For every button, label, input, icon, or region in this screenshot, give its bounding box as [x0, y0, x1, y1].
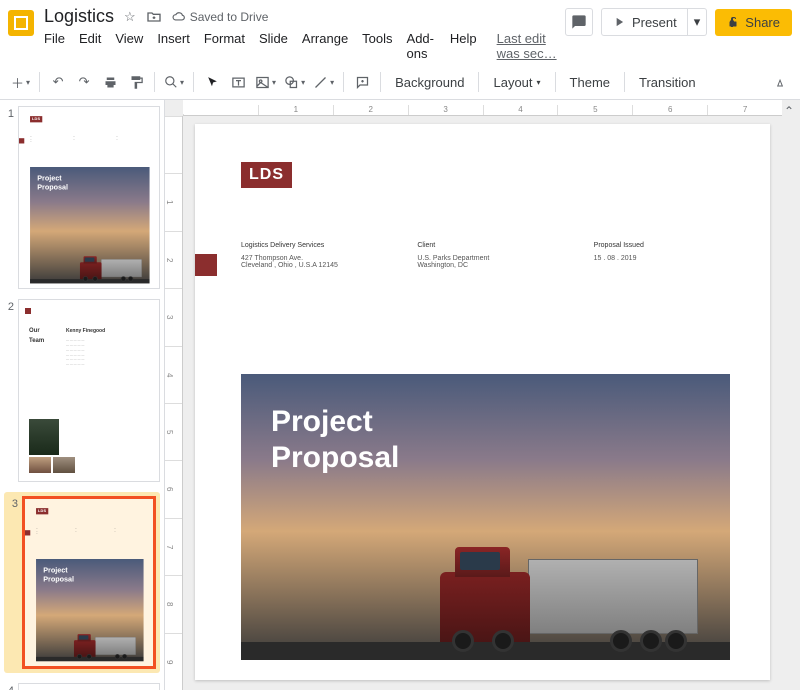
present-label: Present	[632, 15, 677, 30]
theme-button[interactable]: Theme	[562, 69, 618, 95]
client-loc: Washington, DC	[417, 262, 553, 269]
slide-number: 2	[4, 299, 14, 482]
header-right: Present ▾ Share	[565, 8, 792, 36]
truck-graphic	[440, 542, 700, 652]
comment-tool[interactable]	[350, 69, 374, 95]
menu-file[interactable]: File	[44, 31, 65, 61]
hide-menus-button[interactable]: ㅿ	[768, 69, 792, 95]
client-name: U.S. Parks Department	[417, 255, 553, 262]
mini-logo: LDS	[36, 508, 48, 514]
client-heading: Client	[417, 242, 553, 249]
app-header: Logistics ☆ Saved to Drive File Edit Vie…	[0, 0, 800, 61]
menu-format[interactable]: Format	[204, 31, 245, 61]
filmstrip[interactable]: 1 LDS ——————— ProjectProposal 2 OurTeam …	[0, 100, 165, 690]
hero-title[interactable]: Project Proposal	[271, 404, 399, 476]
layout-button[interactable]: Layout	[485, 69, 548, 95]
share-button[interactable]: Share	[715, 9, 792, 36]
hero-line2: Proposal	[271, 441, 399, 474]
save-status: Saved to Drive	[172, 10, 269, 24]
zoom-button[interactable]	[161, 69, 187, 95]
present-dropdown[interactable]: ▾	[688, 8, 708, 36]
title-wrap: Logistics ☆ Saved to Drive File Edit Vie…	[44, 6, 565, 61]
line-tool[interactable]	[310, 69, 337, 95]
share-label: Share	[745, 15, 780, 30]
workspace: 1 LDS ——————— ProjectProposal 2 OurTeam …	[0, 100, 800, 690]
collapse-panel-icon[interactable]: ⌃	[784, 104, 794, 118]
menu-slide[interactable]: Slide	[259, 31, 288, 61]
doc-title[interactable]: Logistics	[44, 6, 114, 27]
menu-insert[interactable]: Insert	[157, 31, 190, 61]
select-tool[interactable]	[200, 69, 224, 95]
transition-button[interactable]: Transition	[631, 69, 704, 95]
accent-square[interactable]	[195, 254, 217, 276]
star-icon[interactable]: ☆	[124, 9, 136, 25]
menu-arrange[interactable]: Arrange	[302, 31, 348, 61]
slide-thumb-1[interactable]: 1 LDS ——————— ProjectProposal	[4, 106, 160, 289]
mini-logo: LDS	[30, 116, 42, 122]
company-addr2: Cleveland , Ohio , U.S.A 12145	[241, 262, 377, 269]
issued-heading: Proposal Issued	[594, 242, 730, 249]
save-status-text: Saved to Drive	[190, 10, 269, 24]
textbox-tool[interactable]	[226, 69, 250, 95]
meta-row: Logistics Delivery Services 427 Thompson…	[241, 242, 730, 269]
slide-thumb-2[interactable]: 2 OurTeam Kenny Finegood— — — — —— — — —…	[4, 299, 160, 482]
slide-number: 1	[4, 106, 14, 289]
hero-image[interactable]: Project Proposal	[241, 374, 730, 660]
slide-number: 3	[8, 496, 18, 669]
comments-button[interactable]	[565, 8, 593, 36]
hero-line1: Project	[271, 405, 373, 438]
slide-canvas[interactable]: LDS Logistics Delivery Services 427 Thom…	[195, 124, 770, 680]
slide-thumb-3[interactable]: 3 LDS ——————— ProjectProposal	[4, 492, 160, 673]
present-button[interactable]: Present	[601, 8, 688, 36]
image-tool[interactable]	[252, 69, 279, 95]
print-button[interactable]	[98, 69, 122, 95]
shape-tool[interactable]	[281, 69, 308, 95]
redo-button[interactable]: ↷	[72, 69, 96, 95]
toolbar: ＋ ↶ ↷ Background Layout Theme Transition…	[0, 65, 800, 100]
background-button[interactable]: Background	[387, 69, 472, 95]
editor-area: ⌃ 1234567 123456789 LDS Logistics Delive…	[165, 100, 800, 690]
company-addr1: 427 Thompson Ave.	[241, 255, 377, 262]
last-edit-link[interactable]: Last edit was sec…	[497, 31, 565, 61]
company-name: Logistics Delivery Services	[241, 242, 377, 249]
menu-bar: File Edit View Insert Format Slide Arran…	[44, 31, 565, 61]
menu-view[interactable]: View	[115, 31, 143, 61]
meta-col-date[interactable]: Proposal Issued 15 . 08 . 2019	[594, 242, 730, 269]
vertical-ruler[interactable]: 123456789	[165, 116, 183, 690]
paint-format-button[interactable]	[124, 69, 148, 95]
menu-addons[interactable]: Add-ons	[407, 31, 436, 61]
undo-button[interactable]: ↶	[46, 69, 70, 95]
slides-logo[interactable]	[8, 10, 34, 36]
menu-edit[interactable]: Edit	[79, 31, 101, 61]
slide-thumb-4[interactable]: 4 ProjectDescription	[4, 683, 160, 690]
move-folder-icon[interactable]	[146, 9, 162, 25]
meta-col-company[interactable]: Logistics Delivery Services 427 Thompson…	[241, 242, 377, 269]
menu-help[interactable]: Help	[450, 31, 477, 61]
issued-date: 15 . 08 . 2019	[594, 255, 730, 262]
new-slide-button[interactable]: ＋	[8, 69, 33, 95]
slide-number: 4	[4, 683, 14, 690]
menu-tools[interactable]: Tools	[362, 31, 392, 61]
slide-logo[interactable]: LDS	[241, 162, 292, 188]
meta-col-client[interactable]: Client U.S. Parks Department Washington,…	[417, 242, 553, 269]
horizontal-ruler[interactable]: 1234567	[183, 100, 782, 116]
